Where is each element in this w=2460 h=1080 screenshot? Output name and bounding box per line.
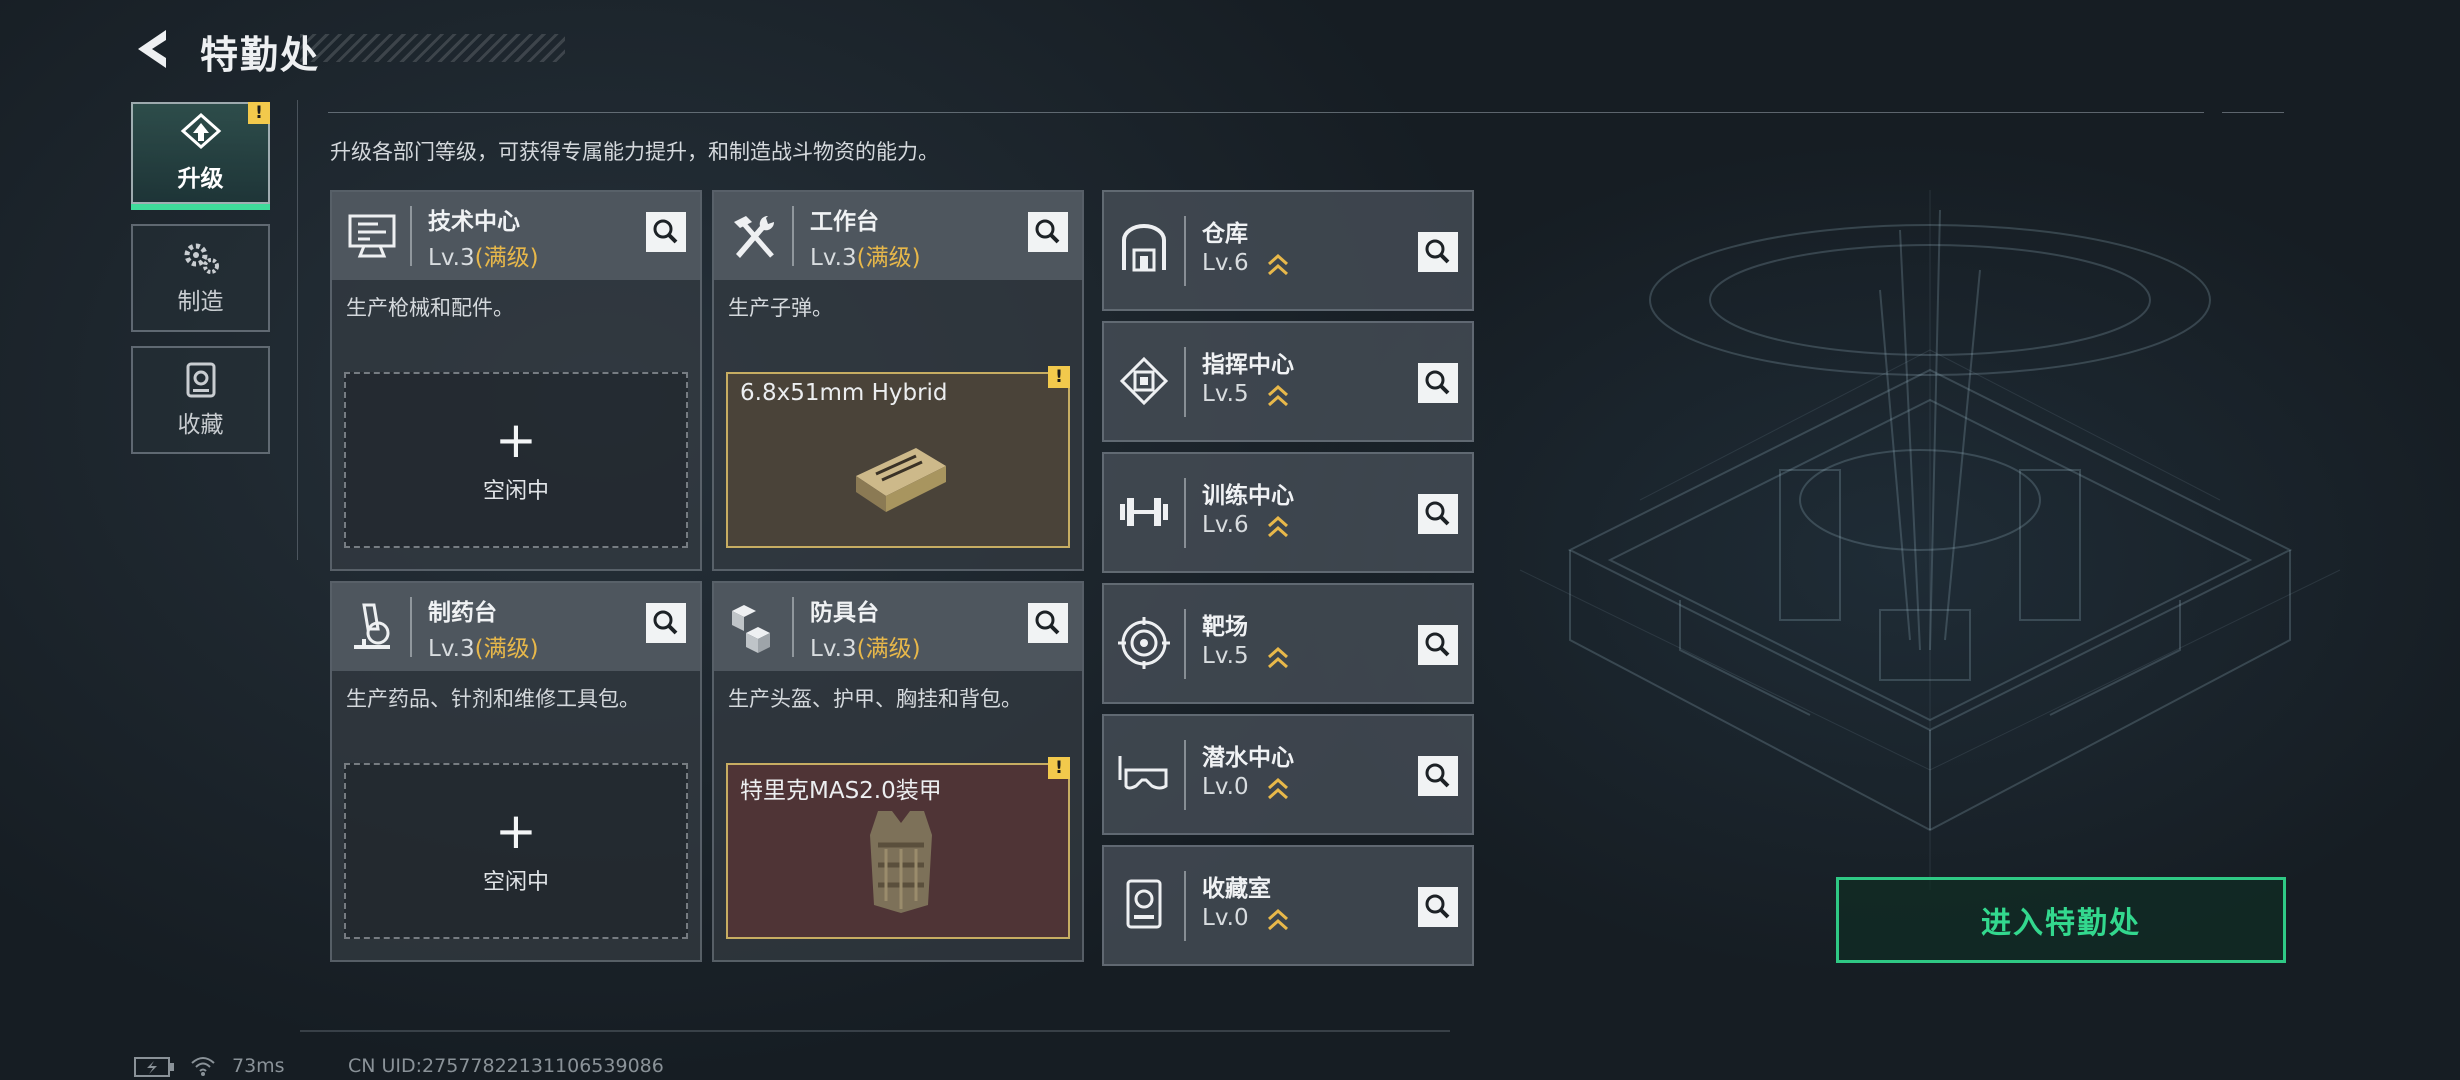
facility-collection-room[interactable]: 收藏室 Lv.0 <box>1102 845 1474 966</box>
nav-tab-label: 制造 <box>177 289 224 315</box>
active-production-slot[interactable]: 6.8x51mm Hybrid ! <box>726 366 1070 548</box>
item-name: 6.8x51mm Hybrid <box>740 380 948 406</box>
search-icon[interactable] <box>1418 232 1458 272</box>
card-level: Lv.3(满级) <box>810 636 921 662</box>
command-chip-icon <box>1119 356 1169 406</box>
add-icon: + <box>495 802 537 860</box>
active-production-slot[interactable]: 特里克MAS2.0装甲 ! <box>726 757 1070 939</box>
search-icon[interactable] <box>1418 625 1458 665</box>
search-icon[interactable] <box>1418 494 1458 534</box>
facility-shooting-range[interactable]: 靶场 Lv.5 <box>1102 583 1474 704</box>
battery-icon <box>134 1057 174 1077</box>
card-description: 生产头盔、护甲、胸挂和背包。 <box>728 687 1022 711</box>
idle-production-slot[interactable]: + 空闲中 <box>344 763 688 939</box>
slot-status: 空闲中 <box>482 870 549 895</box>
search-icon[interactable] <box>646 603 686 643</box>
card-pharmacy[interactable]: 制药台 Lv.3(满级) 生产药品、针剂和维修工具包。 + 空闲中 <box>330 581 702 962</box>
target-icon <box>1118 617 1170 669</box>
search-icon[interactable] <box>1418 756 1458 796</box>
card-level: Lv.3(满级) <box>428 245 539 271</box>
active-tab-indicator <box>131 204 270 210</box>
slot-status: 空闲中 <box>482 479 549 504</box>
search-icon[interactable] <box>1028 603 1068 643</box>
wifi-icon <box>191 1057 215 1076</box>
card-name: 技术中心 <box>428 209 520 235</box>
divider <box>297 100 298 560</box>
facility-level: Lv.5 <box>1202 381 1249 407</box>
upgrade-chevron-icon <box>1268 253 1288 276</box>
ready-alert-badge: ! <box>1048 366 1070 388</box>
ammo-box-icon <box>856 448 946 512</box>
facility-name: 训练中心 <box>1202 483 1294 509</box>
card-name: 防具台 <box>810 600 879 626</box>
idle-production-slot[interactable]: + 空闲中 <box>344 372 688 548</box>
page-description: 升级各部门等级，可获得专属能力提升，和制造战斗物资的能力。 <box>330 140 939 164</box>
upgrade-icon <box>180 113 221 150</box>
armor-vest-icon <box>870 811 932 913</box>
upgrade-alert-badge: ! <box>248 102 270 124</box>
boxes-icon <box>732 605 770 653</box>
facility-level: Lv.6 <box>1202 250 1249 276</box>
card-level: Lv.3(满级) <box>810 245 921 271</box>
dumbbell-icon <box>1120 498 1168 526</box>
add-icon: + <box>495 411 537 469</box>
tools-icon <box>734 215 775 258</box>
facility-level: Lv.6 <box>1202 512 1249 538</box>
search-icon[interactable] <box>1028 212 1068 252</box>
upgrade-chevron-icon <box>1268 777 1288 800</box>
divider <box>2222 112 2284 113</box>
card-level: Lv.3(满级) <box>428 636 539 662</box>
search-icon[interactable] <box>1418 363 1458 403</box>
facility-diving-center[interactable]: 潜水中心 Lv.0 <box>1102 714 1474 835</box>
diving-mask-icon <box>1118 756 1168 790</box>
facility-training-center[interactable]: 训练中心 Lv.6 <box>1102 452 1474 573</box>
nav-tab-craft[interactable]: 制造 <box>131 224 270 332</box>
card-description: 生产枪械和配件。 <box>346 296 514 320</box>
card-name: 制药台 <box>428 600 497 626</box>
card-tech-center[interactable]: 技术中心 Lv.3(满级) 生产枪械和配件。 + 空闲中 <box>330 190 702 571</box>
gears-icon <box>184 243 219 274</box>
user-uid: CN UID:27577822131106539086 <box>348 1055 664 1077</box>
warehouse-icon <box>1122 224 1166 272</box>
title-decoration <box>300 34 565 62</box>
nav-tab-collection[interactable]: 收藏 <box>131 346 270 454</box>
facility-name: 靶场 <box>1202 614 1248 640</box>
enter-special-ops-button[interactable]: 进入特勤处 <box>1836 877 2286 963</box>
item-name: 特里克MAS2.0装甲 <box>740 778 942 804</box>
collection-room-icon <box>1126 879 1162 929</box>
facility-name: 仓库 <box>1202 221 1248 247</box>
ping-readout: 73ms <box>232 1055 285 1077</box>
back-arrow-icon[interactable] <box>130 24 180 74</box>
upgrade-chevron-icon <box>1268 515 1288 538</box>
upgrade-chevron-icon <box>1268 908 1288 931</box>
divider <box>300 1030 1450 1032</box>
facility-warehouse[interactable]: 仓库 Lv.6 <box>1102 190 1474 311</box>
nav-tab-label: 收藏 <box>177 412 224 438</box>
facility-level: Lv.0 <box>1202 774 1249 800</box>
search-icon[interactable] <box>646 212 686 252</box>
facility-name: 收藏室 <box>1202 876 1271 902</box>
facility-command-center[interactable]: 指挥中心 Lv.5 <box>1102 321 1474 442</box>
page-title: 特勤处 <box>200 33 321 77</box>
ready-alert-badge: ! <box>1048 757 1070 779</box>
computer-icon <box>348 214 396 258</box>
facility-name: 潜水中心 <box>1202 745 1294 771</box>
collection-icon <box>186 362 215 398</box>
card-description: 生产药品、针剂和维修工具包。 <box>346 687 640 711</box>
upgrade-chevron-icon <box>1268 646 1288 669</box>
facility-level: Lv.0 <box>1202 905 1249 931</box>
search-icon[interactable] <box>1418 887 1458 927</box>
nav-tab-label: 升级 <box>177 166 224 192</box>
card-description: 生产子弹。 <box>728 296 833 320</box>
card-name: 工作台 <box>810 209 879 235</box>
facility-name: 指挥中心 <box>1202 352 1294 378</box>
microscope-icon <box>354 603 390 649</box>
facility-level: Lv.5 <box>1202 643 1249 669</box>
divider <box>328 112 2204 113</box>
base-blueprint-illustration <box>1519 190 2341 890</box>
card-workbench[interactable]: 工作台 Lv.3(满级) 生产子弹。 6.8x51mm Hybrid ! <box>712 190 1084 571</box>
card-armor-bench[interactable]: 防具台 Lv.3(满级) 生产头盔、护甲、胸挂和背包。 特里克MAS2.0装甲 … <box>712 581 1084 962</box>
upgrade-chevron-icon <box>1268 384 1288 407</box>
